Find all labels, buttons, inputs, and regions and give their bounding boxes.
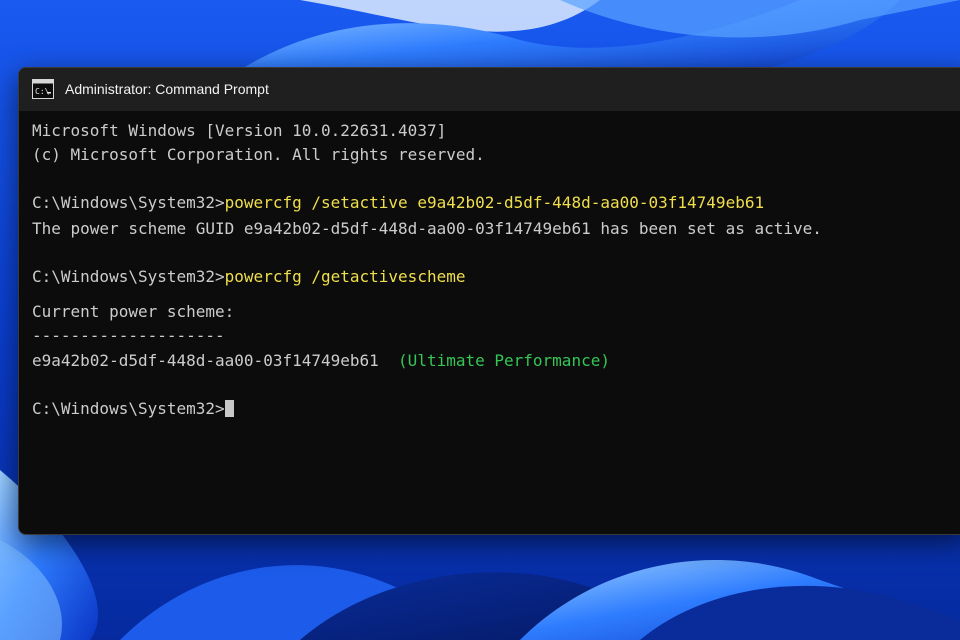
svg-text:C:\: C:\	[35, 87, 50, 96]
text-cursor	[224, 400, 234, 417]
scheme-line: e9a42b02-d5df-448d-aa00-03f14749eb61 (Ul…	[32, 350, 610, 372]
title-bar[interactable]: C:\ Administrator: Command Prompt	[19, 68, 960, 111]
window-title: Administrator: Command Prompt	[65, 81, 269, 97]
separator-line: --------------------	[32, 326, 225, 345]
scheme-name: (Ultimate Performance)	[398, 351, 610, 370]
prompt: C:\Windows\System32>	[32, 193, 225, 212]
active-prompt-line[interactable]: C:\Windows\System32>	[32, 398, 234, 420]
current-scheme-label: Current power scheme:	[32, 302, 235, 321]
command-text: powercfg /setactive e9a42b02-d5df-448d-a…	[224, 193, 765, 212]
command-prompt-window[interactable]: C:\ Administrator: Command Prompt Micros…	[18, 67, 960, 535]
prompt: C:\Windows\System32>	[32, 267, 225, 286]
command-line: C:\Windows\System32>powercfg /setactive …	[32, 192, 764, 214]
setactive-output: The power scheme GUID e9a42b02-d5df-448d…	[32, 219, 822, 238]
copyright-line: (c) Microsoft Corporation. All rights re…	[32, 145, 485, 164]
command-text: powercfg /getactivescheme	[224, 267, 466, 286]
version-line: Microsoft Windows [Version 10.0.22631.40…	[32, 121, 447, 140]
desktop: C:\ Administrator: Command Prompt Micros…	[0, 0, 960, 640]
command-prompt-icon: C:\	[32, 79, 54, 99]
command-line: C:\Windows\System32>powercfg /getactives…	[32, 266, 465, 288]
prompt: C:\Windows\System32>	[32, 399, 225, 418]
scheme-guid: e9a42b02-d5df-448d-aa00-03f14749eb61	[32, 351, 379, 370]
console-output[interactable]: Microsoft Windows [Version 10.0.22631.40…	[32, 120, 960, 534]
